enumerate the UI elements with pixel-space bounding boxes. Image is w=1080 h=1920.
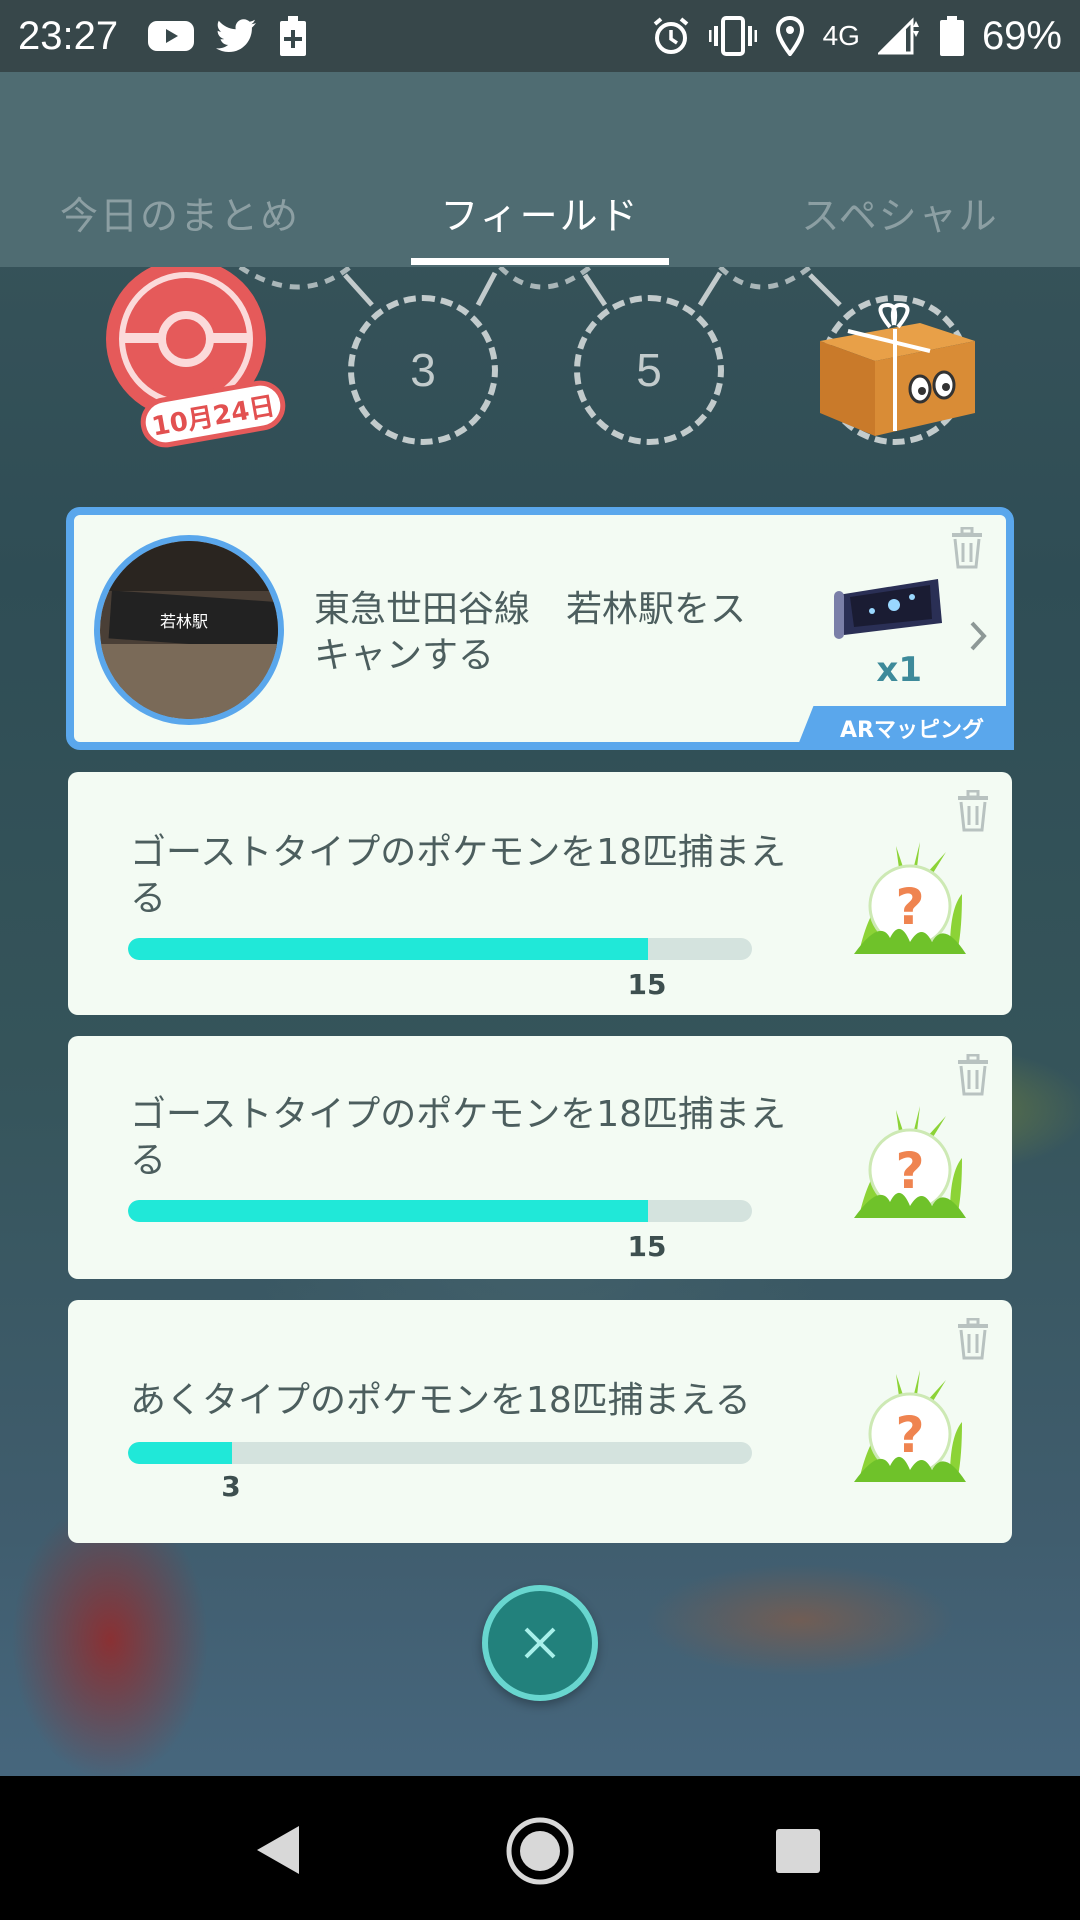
- task-title: ゴーストタイプのポケモンを18匹捕まえる: [130, 1094, 787, 1181]
- recents-icon[interactable]: [775, 1828, 821, 1874]
- reward-box-icon[interactable]: [810, 301, 980, 441]
- vibrate-icon: [708, 16, 757, 56]
- system-nav-bar: [0, 1776, 1080, 1920]
- task-title: あくタイプのポケモンを18匹捕まえる: [130, 1380, 751, 1421]
- stamp-track: 10月24日 3 5: [0, 267, 1080, 487]
- task-progress-fill: [128, 1442, 233, 1464]
- ar-task-title: 東急世田谷線 若林駅をスキャンする: [314, 589, 747, 676]
- reward-count: x1: [876, 650, 922, 690]
- trash-icon[interactable]: [956, 790, 990, 832]
- battery-plus-icon: [280, 16, 307, 56]
- task-progress-value: 15: [627, 1230, 667, 1263]
- task-progress-value: 15: [627, 968, 667, 1001]
- signal-icon: [877, 17, 919, 55]
- trash-icon[interactable]: [956, 1318, 990, 1360]
- mystery-reward-icon: ?: [854, 1370, 966, 1482]
- home-icon[interactable]: [505, 1816, 575, 1886]
- status-time: 23:27: [18, 13, 119, 58]
- battery-icon: [939, 16, 964, 56]
- mystery-question-mark: ?: [895, 1406, 924, 1464]
- network-type: 4G: [822, 20, 860, 51]
- task-progress-bar: [128, 938, 752, 960]
- tab-field[interactable]: フィールド: [360, 157, 720, 267]
- task-card[interactable]: ゴーストタイプのポケモンを18匹捕まえる 15 ?: [68, 1036, 1012, 1279]
- task-progress-bar: [128, 1442, 752, 1464]
- task-progress-fill: [128, 938, 648, 960]
- tab-today-summary[interactable]: 今日のまとめ: [0, 157, 360, 267]
- close-button[interactable]: [482, 1585, 598, 1701]
- mystery-reward-icon: ?: [854, 1106, 966, 1218]
- task-progress-value: 3: [221, 1470, 241, 1503]
- trash-icon[interactable]: [956, 1054, 990, 1096]
- twitter-icon: [216, 19, 257, 52]
- stamp-slot-3: 3: [348, 295, 498, 445]
- tab-special[interactable]: スペシャル: [720, 157, 1080, 267]
- battery-percent: 69%: [981, 13, 1062, 58]
- youtube-icon: [148, 21, 195, 51]
- stamp-slot-5: 5: [574, 295, 724, 445]
- alarm-icon: [653, 17, 688, 54]
- ar-mapping-tag: ARマッピング: [796, 706, 1014, 750]
- task-progress-fill: [128, 1200, 648, 1222]
- task-progress-bar: [128, 1200, 752, 1222]
- back-icon[interactable]: [255, 1824, 303, 1876]
- photo-sign-text: 若林駅: [160, 612, 208, 631]
- mystery-question-mark: ?: [895, 1142, 924, 1200]
- header: 今日のまとめ フィールド スペシャル: [0, 72, 1080, 267]
- tab-bar: 今日のまとめ フィールド スペシャル: [0, 157, 1080, 267]
- location-icon: [775, 16, 804, 56]
- ar-scanner-reward-icon: [834, 579, 942, 639]
- trash-icon[interactable]: [950, 527, 984, 569]
- poi-photo: 若林駅: [94, 535, 284, 725]
- chevron-right-icon[interactable]: [968, 619, 988, 653]
- task-card[interactable]: ゴーストタイプのポケモンを18匹捕まえる 15 ?: [68, 772, 1012, 1015]
- close-icon: [524, 1627, 556, 1659]
- mystery-question-mark: ?: [895, 878, 924, 936]
- ar-mapping-task-card[interactable]: 若林駅 東急世田谷線 若林駅をスキャンする x1 ARマッピング: [66, 507, 1014, 750]
- task-card[interactable]: あくタイプのポケモンを18匹捕まえる 3 ?: [68, 1300, 1012, 1543]
- task-title: ゴーストタイプのポケモンを18匹捕まえる: [130, 832, 787, 919]
- status-bar: 23:27 4G 69%: [0, 0, 1080, 72]
- mystery-reward-icon: ?: [854, 842, 966, 954]
